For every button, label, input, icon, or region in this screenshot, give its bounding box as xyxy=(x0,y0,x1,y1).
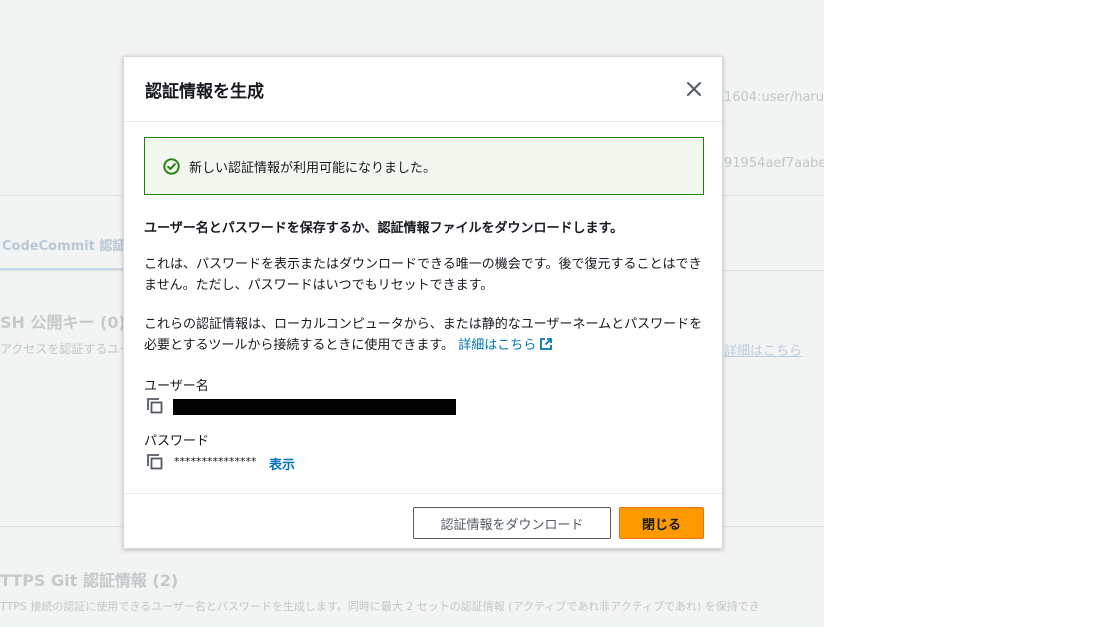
close-button[interactable] xyxy=(682,77,706,101)
usage-description-text: これらの認証情報は、ローカルコンピュータから、または静的なユーザーネームとパスワ… xyxy=(144,317,703,353)
success-alert: 新しい認証情報が利用可能になりました。 xyxy=(144,137,704,195)
blank-area xyxy=(824,0,1115,627)
modal-header: 認証情報を生成 xyxy=(124,57,722,122)
password-label: パスワード xyxy=(144,434,210,449)
username-label: ユーザー名 xyxy=(144,379,209,394)
screen: 1604:user/haruto 91954aef7aabe CodeCommi… xyxy=(0,0,1115,627)
password-masked-value: *************** xyxy=(174,455,257,468)
bg-user-arn: 1604:user/haruto xyxy=(724,90,824,105)
one-time-notice: これは、パスワードを表示またはダウンロードできる唯一の機会です。後で復元すること… xyxy=(144,257,702,293)
close-icon xyxy=(687,82,701,96)
generate-credentials-modal: 認証情報を生成 新しい認証情報が利用可能になりました。 ユーザー名とパスワードを… xyxy=(123,56,723,549)
copy-icon xyxy=(147,398,163,414)
external-link-icon xyxy=(540,338,553,350)
usage-description: これらの認証情報は、ローカルコンピュータから、または静的なユーザーネームとパスワ… xyxy=(144,314,706,356)
bg-ssh-heading: SH 公開キー (0) xyxy=(0,313,126,332)
bg-ssh-learn-more: 詳細はこちら xyxy=(724,344,803,359)
download-credentials-button[interactable]: 認証情報をダウンロード xyxy=(413,507,611,539)
copy-icon xyxy=(147,454,163,470)
success-message: 新しい認証情報が利用可能になりました。 xyxy=(189,161,437,176)
copy-username-button[interactable] xyxy=(146,397,164,415)
intro-instruction: ユーザー名とパスワードを保存するか、認証情報ファイルをダウンロードします。 xyxy=(144,221,624,236)
success-check-icon xyxy=(163,158,180,175)
bg-ssh-description: アクセスを認証するユー xyxy=(0,342,132,356)
learn-more-link[interactable]: 詳細はこちら xyxy=(458,338,553,353)
copy-password-button[interactable] xyxy=(146,453,164,471)
bg-tab-codecommit: CodeCommit 認証情 xyxy=(2,239,139,254)
bg-key-id: 91954aef7aabe xyxy=(724,156,824,171)
close-modal-button[interactable]: 閉じる xyxy=(619,507,704,539)
modal-footer: 認証情報をダウンロード 閉じる xyxy=(124,493,722,549)
show-password-link[interactable]: 表示 xyxy=(269,454,295,473)
modal-title: 認証情報を生成 xyxy=(145,82,264,102)
bg-https-description: TTPS 接続の認証に使用できるユーザー名とパスワードを生成します。同時に最大 … xyxy=(0,600,760,613)
bg-https-heading: TTPS Git 認証情報 (2) xyxy=(0,571,179,590)
username-value-redacted xyxy=(173,399,456,415)
learn-more-link-text: 詳細はこちら xyxy=(458,338,537,353)
